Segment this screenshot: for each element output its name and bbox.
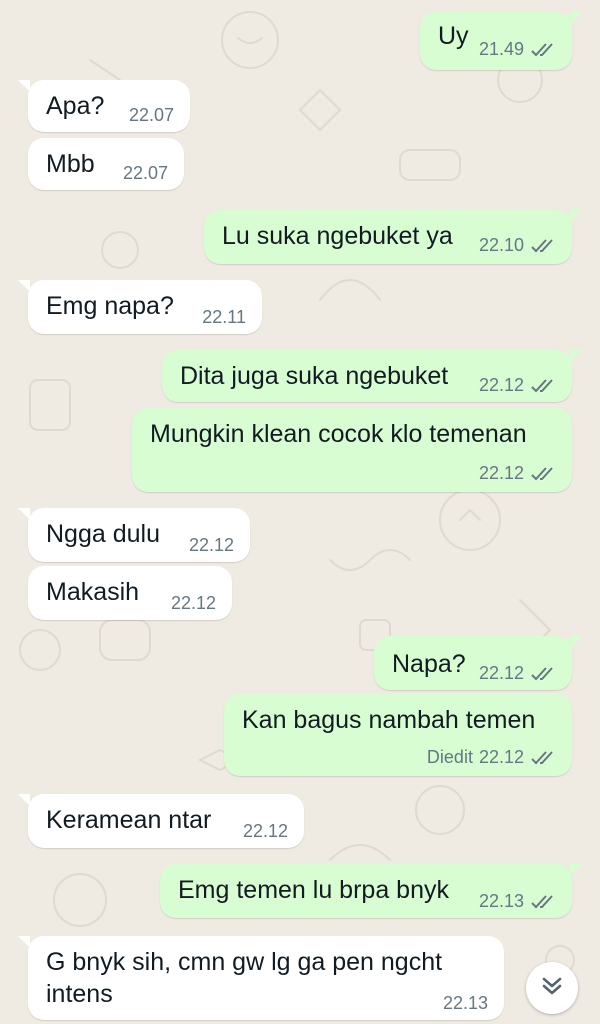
- message-bubble-outgoing[interactable]: Mungkin klean cocok klo temenan 22.12: [132, 408, 572, 492]
- scroll-to-bottom-button[interactable]: [526, 962, 578, 1014]
- message-time: 22.10: [478, 235, 524, 255]
- message-bubble-outgoing[interactable]: Kan bagus nambah temen Diedit 22.12: [224, 694, 572, 776]
- message-meta: 22.10: [479, 235, 556, 256]
- message-text: Emg napa?: [46, 292, 174, 320]
- message-text: Emg temen lu brpa bnyk: [178, 876, 449, 904]
- message-meta: 22.12: [479, 375, 556, 396]
- message-meta: Diedit 22.12: [427, 747, 556, 768]
- message-bubble-incoming[interactable]: Mbb 22.07: [28, 138, 184, 190]
- message-text: Apa?: [46, 92, 105, 120]
- double-check-icon: [530, 466, 556, 482]
- message-text: Keramean ntar: [46, 806, 212, 834]
- message-meta: 22.12: [479, 663, 556, 684]
- message-bubble-incoming[interactable]: Keramean ntar 22.12: [18, 794, 304, 848]
- message-text: Mbb: [46, 150, 95, 178]
- message-time: 22.12: [478, 747, 524, 767]
- message-text: G bnyk sih, cmn gw lg ga pen ngcht inten…: [46, 948, 443, 1008]
- message-text: Napa?: [392, 650, 466, 678]
- message-text: Ngga dulu: [46, 520, 160, 548]
- double-chevron-down-icon: [539, 973, 565, 1004]
- message-bubble-outgoing[interactable]: Emg temen lu brpa bnyk 22.13: [160, 864, 582, 918]
- message-time: 22.12: [478, 463, 524, 483]
- message-bubble-incoming[interactable]: G bnyk sih, cmn gw lg ga pen ngcht inten…: [18, 936, 504, 1020]
- message-time: 22.12: [170, 593, 216, 613]
- message-bubble-outgoing[interactable]: Napa? 22.12: [374, 636, 582, 690]
- message-meta: 22.12: [243, 821, 288, 842]
- message-text: Mungkin klean cocok klo temenan: [150, 420, 527, 448]
- message-text: Kan bagus nambah temen: [242, 706, 536, 734]
- message-time: 22.11: [202, 307, 246, 327]
- double-check-icon: [530, 666, 556, 682]
- message-bubble-outgoing[interactable]: Uy 21.49: [420, 12, 582, 70]
- message-meta: 22.13: [479, 891, 556, 912]
- message-bubble-outgoing[interactable]: Dita juga suka ngebuket 22.12: [162, 350, 582, 402]
- message-time: 21.49: [478, 39, 524, 59]
- message-text: Makasih: [46, 578, 140, 606]
- message-time: 22.07: [128, 105, 174, 125]
- message-meta: 22.12: [171, 593, 216, 614]
- message-meta: 21.49: [479, 39, 556, 60]
- message-bubble-incoming[interactable]: Emg napa? 22.11: [18, 280, 262, 334]
- message-time: 22.13: [478, 891, 524, 911]
- message-time: 22.07: [122, 163, 168, 183]
- message-meta: 22.11: [202, 307, 246, 328]
- message-text: Uy: [438, 22, 469, 50]
- double-check-icon: [530, 378, 556, 394]
- edited-label: Diedit: [426, 747, 473, 767]
- double-check-icon: [530, 750, 556, 766]
- message-text: Lu suka ngebuket ya: [222, 222, 453, 250]
- double-check-icon: [530, 894, 556, 910]
- message-bubble-incoming[interactable]: Makasih 22.12: [28, 566, 232, 620]
- message-bubble-incoming[interactable]: Ngga dulu 22.12: [18, 508, 250, 562]
- message-bubble-incoming[interactable]: Apa? 22.07: [18, 80, 190, 132]
- double-check-icon: [530, 238, 556, 254]
- message-bubble-outgoing[interactable]: Lu suka ngebuket ya 22.10: [204, 210, 582, 264]
- message-meta: 22.12: [189, 535, 234, 556]
- message-meta: 22.07: [129, 105, 174, 126]
- message-time: 22.12: [478, 663, 524, 683]
- message-meta: 22.13: [443, 993, 488, 1014]
- message-time: 22.12: [478, 375, 524, 395]
- message-time: 22.12: [188, 535, 234, 555]
- message-text: Dita juga suka ngebuket: [180, 362, 449, 390]
- message-meta: 22.07: [123, 163, 168, 184]
- double-check-icon: [530, 42, 556, 58]
- message-meta: 22.12: [479, 463, 556, 484]
- message-time: 22.13: [442, 993, 488, 1013]
- message-time: 22.12: [242, 821, 288, 841]
